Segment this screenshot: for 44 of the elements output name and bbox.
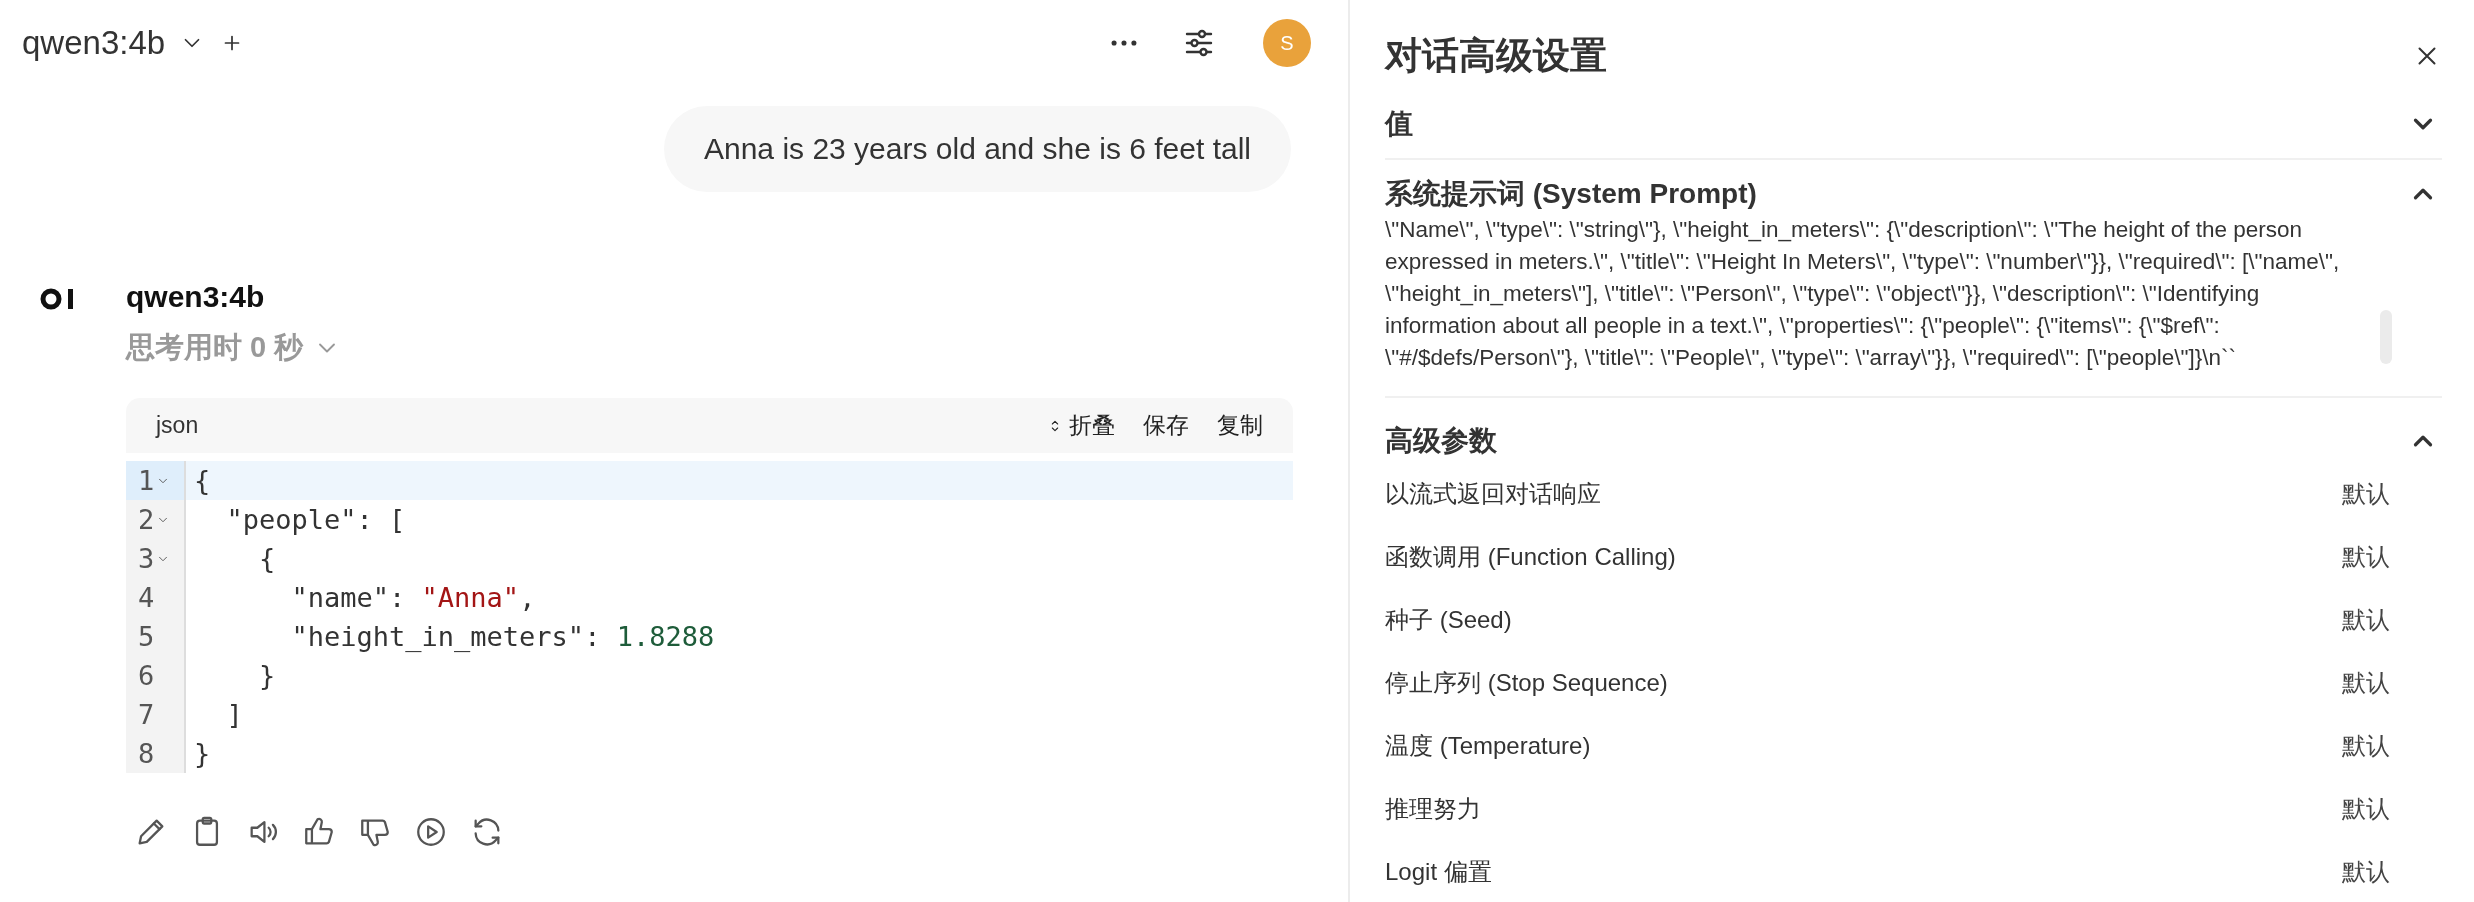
parameter-value-button[interactable]: 默认	[2342, 666, 2390, 699]
parameter-label: 停止序列 (Stop Sequence)	[1385, 667, 1668, 698]
line-number: 7	[138, 699, 155, 730]
parameter-value-button[interactable]: 默认	[2342, 603, 2390, 636]
model-name: qwen3:4b	[126, 280, 266, 315]
model-selector[interactable]: qwen3:4b	[22, 24, 166, 62]
parameter-label: 函数调用 (Function Calling)	[1385, 541, 1676, 572]
parameter-value-button[interactable]: 默认	[2342, 855, 2390, 888]
line-number: 1	[138, 465, 155, 496]
parameter-value-button[interactable]: 默认	[2342, 729, 2390, 762]
line-number: 2	[138, 504, 155, 535]
model-logo-icon	[40, 288, 76, 310]
line-number: 4	[138, 582, 155, 613]
parameter-value-button[interactable]: 默认	[2342, 540, 2390, 573]
code-action-button[interactable]: 复制	[1217, 410, 1263, 441]
parameter-label: Logit 偏置	[1385, 856, 1492, 887]
user-message: Anna is 23 years old and she is 6 feet tall	[664, 106, 1291, 192]
parameter-label: 种子 (Seed)	[1385, 604, 1512, 635]
panel-title: 对话高级设置	[1385, 34, 1608, 78]
parameter-label: 推理努力	[1385, 793, 1481, 824]
section-title[interactable]: 高级参数	[1385, 422, 1497, 460]
code-line: "people": [	[225, 504, 406, 535]
code-line: "height_in_meters": 1.8288	[290, 621, 715, 652]
parameter-value-button[interactable]: 默认	[2342, 477, 2390, 510]
section-title[interactable]: 值	[1385, 105, 1413, 143]
play-circle-icon[interactable]	[414, 815, 448, 849]
line-number: 6	[138, 660, 155, 691]
parameter-label: 以流式返回对话响应	[1385, 478, 1601, 509]
line-number: 5	[138, 621, 155, 652]
line-number: 8	[138, 738, 155, 769]
code-line: }	[258, 660, 276, 691]
parameter-label: 温度 (Temperature)	[1385, 730, 1591, 761]
section-title[interactable]: 系统提示词 (System Prompt)	[1385, 175, 1757, 213]
code-line: ]	[225, 699, 243, 730]
line-number: 3	[138, 543, 155, 574]
code-line: {	[258, 543, 276, 574]
code-action-button[interactable]: 折叠	[1047, 410, 1115, 441]
code-action-button[interactable]: 保存	[1143, 410, 1189, 441]
code-line: {	[193, 465, 211, 496]
code-language: json	[156, 412, 200, 439]
code-line: }	[193, 738, 211, 769]
parameter-value-button[interactable]: 默认	[2342, 792, 2390, 825]
system-prompt-text[interactable]: \"Name\", \"type\": \"string\"}, \"height_in_meters\": {\"description\": \"The height of the person expressed in meters.\", \"title\": \"Height In Meters\", \"type\": \"number\"}}, \"required\": [\"name\", \"height_in_meters\"], \"title\": \"Person\", \"type\": \"object\"}}, \"description\": \"Identifying information about all people in a text.\", \"properties\": {\"people\": {\"items\": {\"$ref\": \"#/$defs/Person\"}, \"title\": \"People\", \"type\": \"array\"}}, \"required\": [\"people\"]}\n``	[1385, 214, 2370, 374]
code-line: "name": "Anna",	[290, 582, 536, 613]
